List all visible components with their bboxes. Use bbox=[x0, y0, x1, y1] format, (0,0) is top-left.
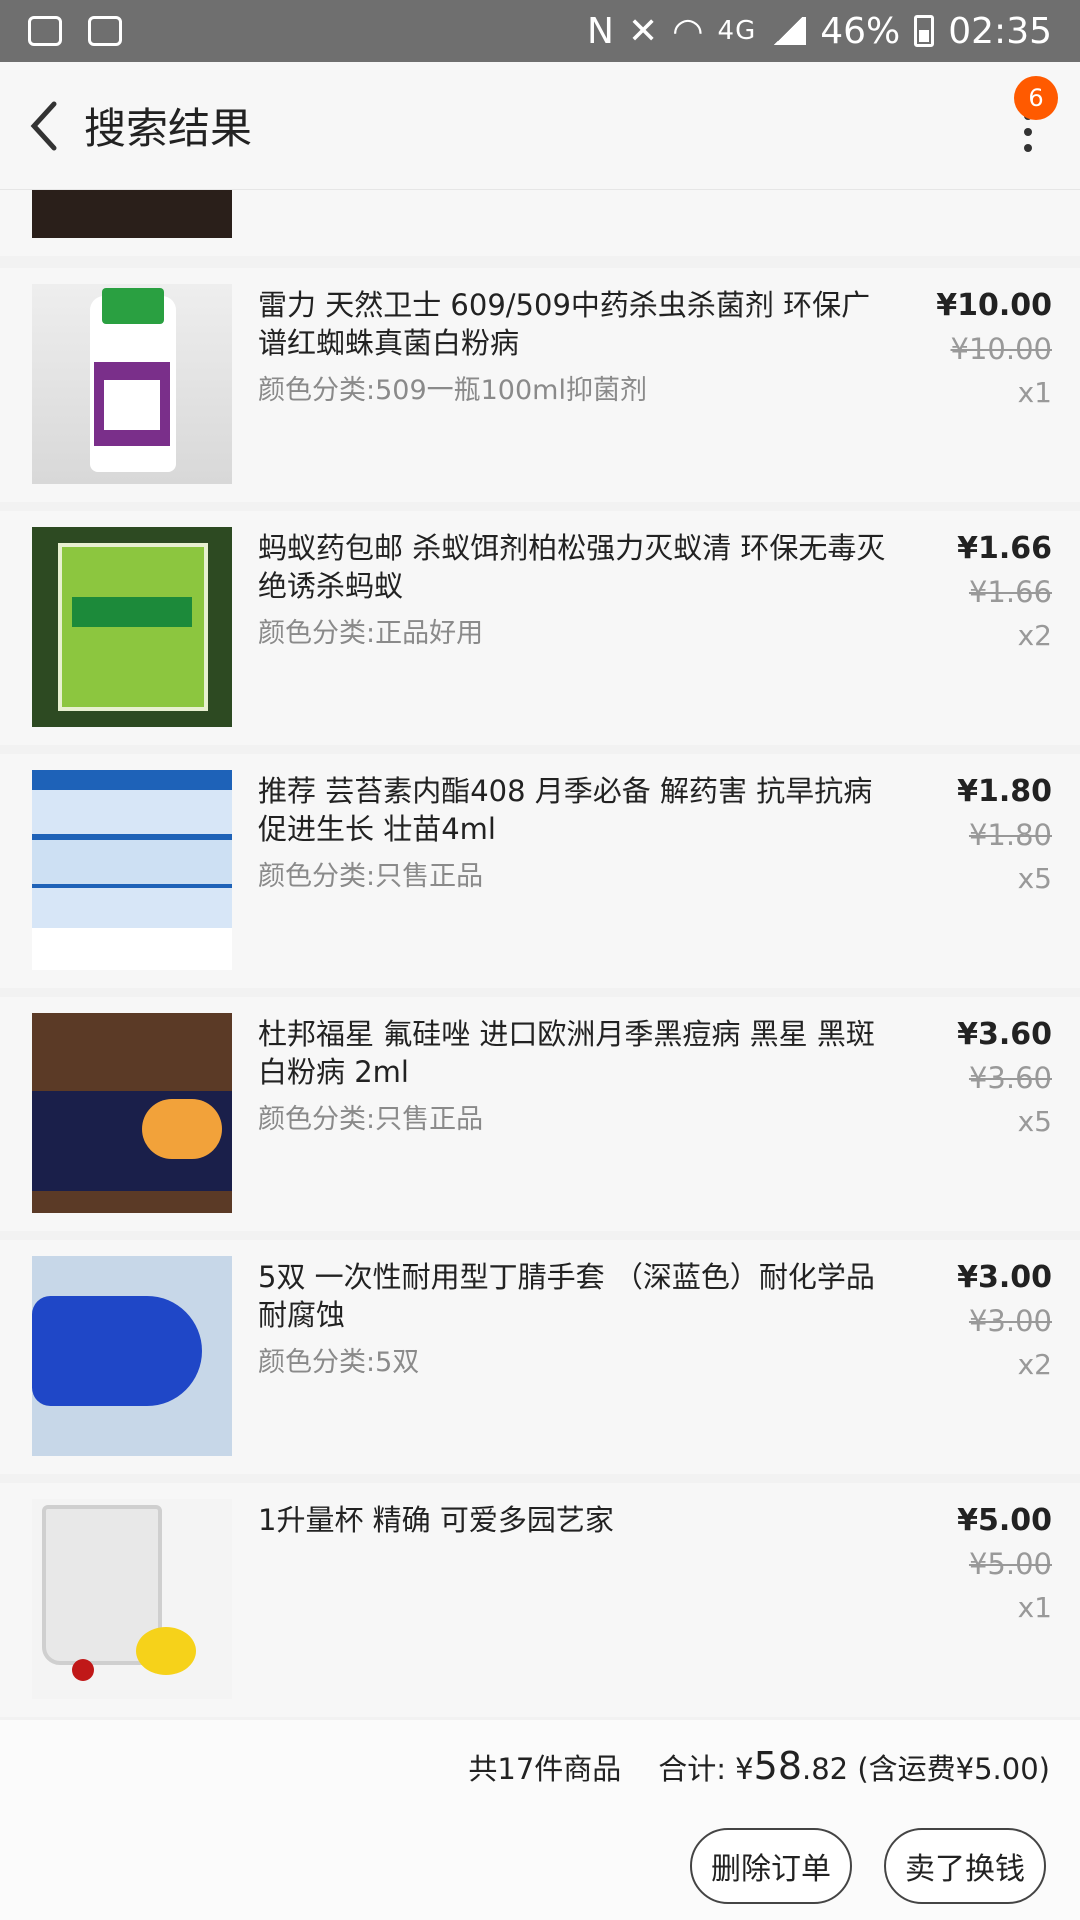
status-left bbox=[28, 16, 122, 46]
image-icon bbox=[88, 16, 122, 46]
network-type: 4G bbox=[717, 16, 757, 46]
order-item[interactable]: 1升量杯 精确 可爱多园艺家 ¥5.00 ¥5.00 x1 bbox=[0, 1483, 1080, 1717]
package-stripe bbox=[32, 840, 232, 884]
package-shape bbox=[58, 543, 208, 711]
product-thumbnail bbox=[32, 1499, 232, 1699]
product-thumbnail bbox=[32, 284, 232, 484]
partial-list-item[interactable] bbox=[0, 190, 1080, 256]
signal-icon bbox=[770, 17, 807, 45]
product-price: ¥1.80 bbox=[957, 774, 1052, 809]
nfc-icon: N bbox=[587, 10, 614, 52]
cherry-shape bbox=[72, 1659, 94, 1681]
page-title: 搜索结果 bbox=[84, 104, 253, 153]
product-name: 蚂蚁药包邮 杀蚁饵剂柏松强力灭蚁清 环保无毒灭绝诱杀蚂蚁 bbox=[258, 531, 886, 603]
order-item[interactable]: 5双 一次性耐用型丁腈手套 （深蓝色）耐化学品耐腐蚀 颜色分类:5双 ¥3.00… bbox=[0, 1240, 1080, 1474]
order-footer: 共17件商品 合计: ¥58.82 (含运费¥5.00) 删除订单 卖了换钱 bbox=[0, 1720, 1080, 1920]
message-icon bbox=[28, 16, 62, 46]
product-name: 雷力 天然卫士 609/509中药杀虫杀菌剂 环保广谱红蜘蛛真菌白粉病 bbox=[258, 288, 871, 360]
dot bbox=[1024, 128, 1032, 136]
back-button[interactable] bbox=[14, 96, 74, 156]
product-quantity: x2 bbox=[1017, 1348, 1052, 1381]
product-quantity: x1 bbox=[1017, 376, 1052, 409]
total-integer: 58 bbox=[753, 1744, 802, 1788]
order-item[interactable]: 推荐 芸苔素内酯408 月季必备 解药害 抗旱抗病促进生长 壮苗4ml 颜色分类… bbox=[0, 754, 1080, 988]
product-quantity: x1 bbox=[1017, 1591, 1052, 1624]
sell-for-cash-button[interactable]: 卖了换钱 bbox=[884, 1828, 1046, 1904]
product-price: ¥10.00 bbox=[936, 288, 1052, 323]
product-spec: 颜色分类:正品好用 bbox=[258, 618, 484, 649]
original-price: ¥3.00 bbox=[968, 1304, 1052, 1338]
item-count: 共17件商品 bbox=[468, 1752, 622, 1786]
package-stripe bbox=[32, 888, 232, 928]
product-name: 5双 一次性耐用型丁腈手套 （深蓝色）耐化学品耐腐蚀 bbox=[258, 1260, 875, 1332]
delete-order-button[interactable]: 删除订单 bbox=[690, 1828, 852, 1904]
original-price: ¥5.00 bbox=[968, 1547, 1052, 1581]
bottle-cap-shape bbox=[102, 288, 164, 324]
top-bar: 搜索结果 6 bbox=[0, 62, 1080, 190]
product-spec: 颜色分类:只售正品 bbox=[258, 1104, 484, 1135]
status-right: N ✕ ◠ 4G 46% 02:35 bbox=[587, 11, 1052, 52]
fruit-shape bbox=[142, 1099, 222, 1159]
product-name: 推荐 芸苔素内酯408 月季必备 解药害 抗旱抗病促进生长 壮苗4ml bbox=[258, 774, 873, 846]
glove-shape bbox=[32, 1296, 202, 1406]
product-thumbnail bbox=[32, 190, 232, 238]
total-decimal: .82 bbox=[802, 1752, 849, 1786]
battery-percent: 46% bbox=[820, 10, 901, 52]
status-bar: N ✕ ◠ 4G 46% 02:35 bbox=[0, 0, 1080, 62]
product-price: ¥5.00 bbox=[957, 1503, 1052, 1538]
product-quantity: x2 bbox=[1017, 619, 1052, 652]
order-summary: 共17件商品 合计: ¥58.82 (含运费¥5.00) bbox=[468, 1744, 1050, 1788]
order-item[interactable]: 雷力 天然卫士 609/509中药杀虫杀菌剂 环保广谱红蜘蛛真菌白粉病 颜色分类… bbox=[0, 268, 1080, 502]
total-label: 合计: ¥ bbox=[658, 1752, 754, 1786]
product-quantity: x5 bbox=[1017, 862, 1052, 895]
mute-icon: ✕ bbox=[627, 10, 659, 52]
bottle-label-shape bbox=[104, 380, 160, 430]
package-stripe bbox=[32, 928, 232, 970]
clock: 02:35 bbox=[948, 10, 1052, 52]
package-stripe bbox=[32, 790, 232, 834]
battery-icon bbox=[914, 15, 935, 47]
wifi-icon: ◠ bbox=[672, 10, 704, 52]
product-quantity: x5 bbox=[1017, 1105, 1052, 1138]
product-spec: 颜色分类:5双 bbox=[258, 1347, 420, 1378]
original-price: ¥1.80 bbox=[968, 818, 1052, 852]
original-price: ¥10.00 bbox=[950, 332, 1052, 366]
dot bbox=[1024, 144, 1032, 152]
original-price: ¥1.66 bbox=[968, 575, 1052, 609]
product-spec: 颜色分类:只售正品 bbox=[258, 861, 484, 892]
product-name: 1升量杯 精确 可爱多园艺家 bbox=[258, 1503, 614, 1537]
product-thumbnail bbox=[32, 527, 232, 727]
back-arrow-icon bbox=[30, 101, 57, 150]
product-thumbnail bbox=[32, 1013, 232, 1213]
product-price: ¥3.00 bbox=[957, 1260, 1052, 1295]
lemon-shape bbox=[136, 1627, 196, 1675]
product-name: 杜邦福星 氟硅唑 进口欧洲月季黑痘病 黑星 黑斑白粉病 2ml bbox=[258, 1017, 875, 1089]
product-thumbnail bbox=[32, 1256, 232, 1456]
product-price: ¥3.60 bbox=[957, 1017, 1052, 1052]
notification-badge: 6 bbox=[1014, 76, 1058, 120]
product-price: ¥1.66 bbox=[957, 531, 1052, 566]
shipping-fee: (含运费¥5.00) bbox=[857, 1752, 1050, 1786]
original-price: ¥3.60 bbox=[968, 1061, 1052, 1095]
order-item[interactable]: 杜邦福星 氟硅唑 进口欧洲月季黑痘病 黑星 黑斑白粉病 2ml 颜色分类:只售正… bbox=[0, 997, 1080, 1231]
product-thumbnail bbox=[32, 770, 232, 970]
package-label-shape bbox=[72, 597, 192, 627]
order-item[interactable]: 蚂蚁药包邮 杀蚁饵剂柏松强力灭蚁清 环保无毒灭绝诱杀蚂蚁 颜色分类:正品好用 ¥… bbox=[0, 511, 1080, 745]
product-spec: 颜色分类:509一瓶100ml抑菌剂 bbox=[258, 375, 647, 406]
